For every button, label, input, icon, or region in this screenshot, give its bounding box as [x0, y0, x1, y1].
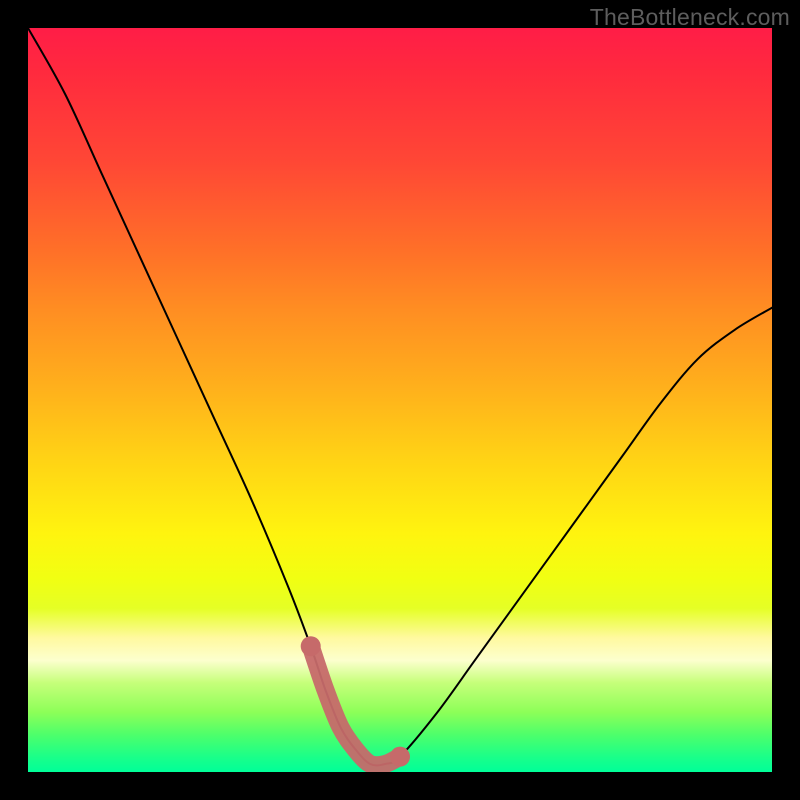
- attribution-text: TheBottleneck.com: [590, 4, 790, 31]
- highlight-endpoint: [301, 636, 321, 656]
- highlight-segment: [311, 646, 400, 765]
- chart-container: TheBottleneck.com: [0, 0, 800, 800]
- highlight-endpoint: [390, 747, 410, 767]
- curve-line: [28, 28, 772, 765]
- bottleneck-curve: [28, 28, 772, 772]
- plot-area: [28, 28, 772, 772]
